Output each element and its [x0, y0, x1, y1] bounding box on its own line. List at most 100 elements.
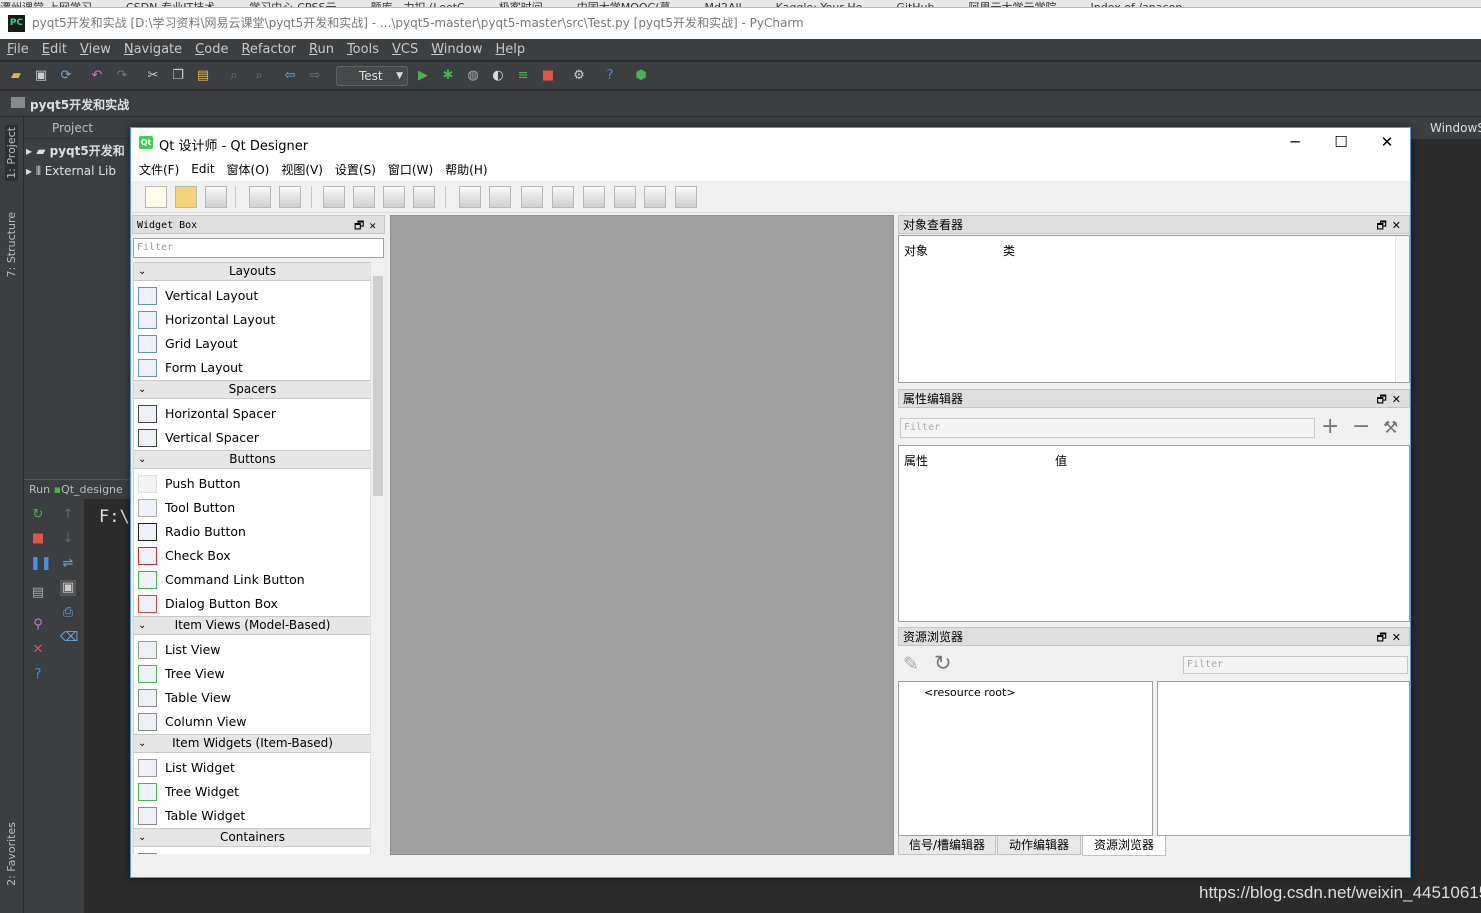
break-layout-icon[interactable]: [644, 186, 666, 208]
widget-item[interactable]: Form Layout: [134, 356, 370, 380]
paste-icon[interactable]: ▤: [195, 68, 211, 84]
up-icon[interactable]: ↑: [60, 507, 76, 523]
qt-menu-item[interactable]: 窗体(O): [221, 161, 276, 178]
widget-item[interactable]: Grid Layout: [134, 332, 370, 356]
coverage-icon[interactable]: ◍: [465, 68, 481, 84]
form-editor-area[interactable]: [390, 215, 894, 855]
open-form-icon[interactable]: [175, 186, 197, 208]
run-help-icon[interactable]: ?: [30, 667, 46, 683]
dock-float-close-icon[interactable]: 🗗✕: [1376, 216, 1406, 235]
settings-icon[interactable]: ⚙: [571, 68, 587, 84]
print-icon[interactable]: ⎙: [60, 605, 76, 621]
menu-refactor[interactable]: Refactor: [234, 42, 302, 57]
widget-item[interactable]: Tree View: [134, 662, 370, 686]
widget-item[interactable]: Vertical Layout: [134, 284, 370, 308]
qt-menu-item[interactable]: 设置(S): [329, 161, 382, 178]
widget-item[interactable]: Table Widget: [134, 804, 370, 828]
pin-icon[interactable]: ⚲: [30, 617, 46, 633]
run-console[interactable]: F:\: [84, 499, 130, 913]
widget-category[interactable]: ⌄ Layouts: [134, 262, 370, 281]
save-icon[interactable]: ▣: [33, 68, 49, 84]
new-form-icon[interactable]: [145, 186, 167, 208]
concurrency-icon[interactable]: ≡: [515, 68, 531, 84]
widget-item[interactable]: Horizontal Spacer: [134, 402, 370, 426]
back-icon[interactable]: ⇦: [282, 68, 298, 84]
menu-code[interactable]: Code: [188, 42, 234, 57]
replace-icon[interactable]: ⌕: [251, 68, 267, 84]
profile-icon[interactable]: ◐: [490, 68, 506, 84]
qt-menu-item[interactable]: 帮助(H): [439, 161, 493, 178]
menu-edit[interactable]: Edit: [35, 42, 73, 57]
debug-icon[interactable]: ✱: [440, 68, 456, 84]
redo-icon[interactable]: ↷: [114, 68, 130, 84]
tab-project[interactable]: 1: Project: [5, 125, 18, 181]
qt-menu-item[interactable]: 文件(F): [133, 161, 185, 178]
menu-tools[interactable]: Tools: [340, 42, 385, 57]
object-inspector-tree[interactable]: 对象 类: [898, 235, 1410, 383]
widget-category[interactable]: ⌄ Containers: [134, 828, 370, 847]
configure-icon[interactable]: ⚒: [1383, 417, 1398, 439]
open-folder-icon[interactable]: ▰: [8, 68, 24, 84]
widget-item[interactable]: Table View: [134, 686, 370, 710]
widget-category[interactable]: ⌄ Spacers: [134, 380, 370, 399]
tab-structure[interactable]: 7: Structure: [5, 212, 18, 277]
bring-to-front-icon[interactable]: [279, 186, 301, 208]
layout-splitter-v-icon[interactable]: [552, 186, 574, 208]
widget-item[interactable]: Dialog Button Box: [134, 592, 370, 616]
resource-tree[interactable]: <resource root>: [898, 681, 1153, 836]
menu-vcs[interactable]: VCS: [385, 42, 424, 57]
scroll-end-icon[interactable]: ▣: [60, 580, 76, 596]
wrap-icon[interactable]: ⇌: [60, 556, 76, 572]
resource-filter-input[interactable]: Filter: [1183, 656, 1408, 674]
run-tab-name[interactable]: Qt_designe: [61, 483, 123, 496]
widget-item[interactable]: Check Box: [134, 544, 370, 568]
widget-box-scrollbar[interactable]: [370, 262, 384, 854]
resource-file-list[interactable]: [1157, 681, 1410, 836]
layout-grid-icon[interactable]: [583, 186, 605, 208]
menu-navigate[interactable]: Navigate: [117, 42, 188, 57]
scrollbar-thumb[interactable]: [373, 276, 383, 496]
run-config-select[interactable]: Test ▼: [336, 66, 408, 86]
edit-buddies-icon[interactable]: [383, 186, 405, 208]
find-icon[interactable]: ⌕: [226, 68, 242, 84]
qt-menu-item[interactable]: Edit: [185, 162, 220, 176]
qt-menu-item[interactable]: 窗口(W): [382, 161, 439, 178]
property-filter-input[interactable]: Filter: [900, 418, 1315, 438]
dock-float-close-icon[interactable]: 🗗✕: [1376, 628, 1406, 647]
edit-resources-icon[interactable]: ✎: [903, 653, 919, 675]
widget-item[interactable]: Column View: [134, 710, 370, 734]
close-run-icon[interactable]: ✕: [30, 642, 46, 658]
menu-file[interactable]: File: [0, 42, 35, 57]
edit-tab-order-icon[interactable]: [413, 186, 435, 208]
object-inspector-scrollbar[interactable]: [1395, 236, 1409, 382]
menu-view[interactable]: View: [73, 42, 117, 57]
pause-icon[interactable]: ❚❚: [30, 556, 52, 572]
cut-icon[interactable]: ✂: [145, 68, 161, 84]
stop-icon[interactable]: ■: [540, 68, 556, 84]
widget-category[interactable]: ⌄ Item Views (Model-Based): [134, 616, 370, 635]
undo-icon[interactable]: ↶: [89, 68, 105, 84]
help-icon[interactable]: ?: [602, 68, 618, 84]
widget-item[interactable]: List Widget: [134, 756, 370, 780]
widget-category[interactable]: ⌄ Buttons: [134, 450, 370, 469]
tab-favorites[interactable]: 2: Favorites: [5, 822, 18, 886]
resource-root-item[interactable]: <resource root>: [924, 686, 1016, 699]
widget-item[interactable]: Command Link Button: [134, 568, 370, 592]
reload-icon[interactable]: ↻: [934, 651, 952, 675]
widget-item[interactable]: List View: [134, 638, 370, 662]
layout-splitter-h-icon[interactable]: [521, 186, 543, 208]
send-to-back-icon[interactable]: [249, 186, 271, 208]
menu-help[interactable]: Help: [489, 42, 532, 57]
property-table[interactable]: 属性 值: [898, 445, 1410, 622]
qt-menu-item[interactable]: 视图(V): [275, 161, 329, 178]
widget-item[interactable]: Tree Widget: [134, 780, 370, 804]
widget-item[interactable]: Horizontal Layout: [134, 308, 370, 332]
project-root-item[interactable]: ▸ ▰ pyqt5开发和: [26, 141, 125, 161]
widget-item[interactable]: Push Button: [134, 472, 370, 496]
minimize-button[interactable]: ─: [1272, 128, 1318, 157]
menu-window[interactable]: Window: [424, 42, 488, 57]
editor-tab-peek[interactable]: WindowS: [1410, 117, 1481, 139]
maximize-button[interactable]: ☐: [1318, 128, 1364, 157]
breadcrumb-project[interactable]: pyqt5开发和实战: [30, 96, 129, 113]
plugin-icon[interactable]: ⬢: [633, 68, 649, 84]
